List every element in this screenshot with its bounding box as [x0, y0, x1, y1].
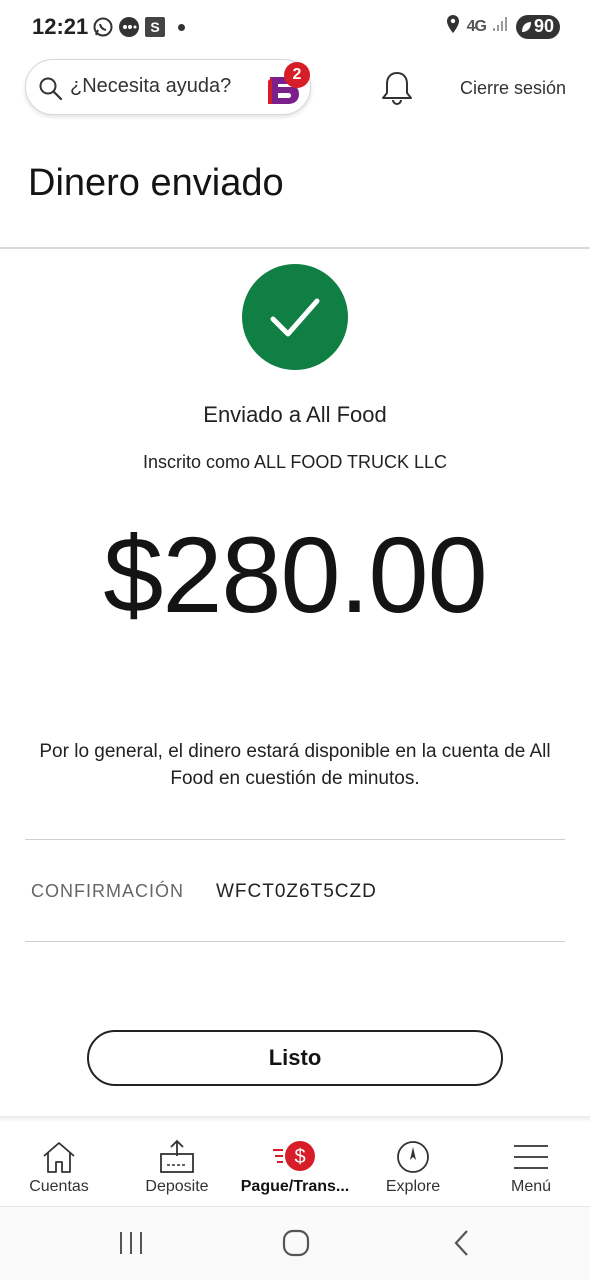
search-label: ¿Necesita ayuda? — [70, 75, 232, 97]
nav-item-explore[interactable]: Explore — [354, 1122, 472, 1206]
more-notifications-dot — [178, 23, 185, 31]
search-icon — [38, 76, 64, 107]
bottom-nav: Cuentas Deposite $ Pague/Trans... Explor… — [0, 1122, 590, 1206]
notification-icons: S — [92, 16, 185, 38]
menu-icon — [472, 1138, 590, 1176]
confirmation-code: WFCT0Z6T5CZD — [216, 881, 377, 902]
svg-text:S: S — [150, 19, 159, 35]
network-type: 4G — [466, 17, 487, 35]
title-divider — [0, 247, 590, 249]
logout-link[interactable]: Cierre sesión — [460, 78, 566, 99]
help-search-button[interactable]: ¿Necesita ayuda? — [25, 59, 311, 115]
system-status-icons: 4G 90 — [445, 14, 560, 39]
recent-apps-icon[interactable] — [117, 1229, 145, 1262]
recipient-text: Enviado a All Food — [203, 402, 387, 427]
done-button[interactable]: Listo — [87, 1030, 503, 1086]
availability-note: Por lo general, el dinero estará disponi… — [39, 741, 551, 789]
divider — [25, 941, 565, 942]
status-time: 12:21 — [32, 14, 89, 39]
nav-item-cuentas[interactable]: Cuentas — [0, 1122, 118, 1206]
home-button-icon[interactable] — [281, 1229, 311, 1262]
success-check-icon — [242, 264, 348, 370]
nav-label: Explore — [385, 1178, 441, 1195]
nav-label: Cuentas — [29, 1178, 89, 1195]
nav-item-menu[interactable]: Menú — [472, 1122, 590, 1206]
system-nav-bar — [0, 1207, 590, 1280]
notifications-bell-icon[interactable] — [380, 70, 414, 111]
screen: 12:21 S 4G 90 ¿Necesita ayuda? 2 Cierre … — [0, 0, 590, 1280]
battery-indicator: 90 — [515, 14, 560, 39]
page-title: Dinero enviado — [28, 162, 284, 204]
home-icon — [0, 1138, 118, 1176]
svg-text:$: $ — [294, 1146, 305, 1168]
deposit-icon — [118, 1138, 236, 1176]
assistant-badge: 2 — [284, 62, 310, 88]
nav-label: Menú — [510, 1178, 552, 1195]
nav-item-pague-transfiera[interactable]: $ Pague/Trans... — [236, 1122, 354, 1206]
location-icon — [445, 14, 461, 39]
status-bar: 12:21 S 4G 90 — [0, 0, 590, 56]
battery-level: 90 — [533, 16, 554, 36]
enrolled-as-text: Inscrito como ALL FOOD TRUCK LLC — [142, 452, 448, 472]
amount-sent: $280.00 — [103, 514, 487, 635]
compass-icon — [354, 1138, 472, 1176]
nav-label: Deposite — [145, 1178, 209, 1195]
nav-label: Pague/Trans... — [240, 1178, 350, 1195]
app-notification-icon — [118, 16, 140, 38]
back-icon[interactable] — [450, 1229, 474, 1262]
signal-icon — [492, 16, 510, 37]
whatsapp-icon — [92, 16, 114, 38]
battery-saver-icon — [521, 21, 531, 32]
nav-item-deposite[interactable]: Deposite — [118, 1122, 236, 1206]
confirmation-label: CONFIRMACIÓN — [31, 881, 184, 901]
s-app-icon: S — [144, 16, 166, 38]
divider — [25, 839, 565, 840]
pay-transfer-icon: $ — [236, 1138, 354, 1176]
